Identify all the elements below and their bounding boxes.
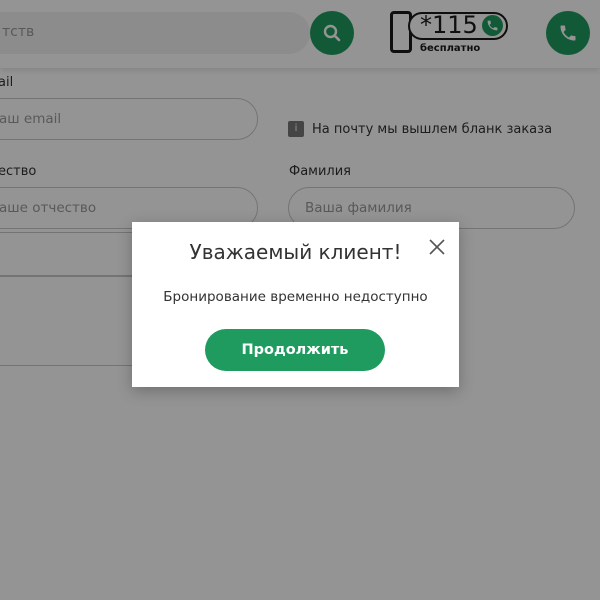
continue-button[interactable]: Продолжить	[205, 329, 385, 371]
modal-message: Бронирование временно недоступно	[163, 289, 428, 305]
close-icon[interactable]	[426, 236, 448, 258]
modal-dialog: Уважаемый клиент! Бронирование временно …	[132, 222, 459, 387]
modal-title: Уважаемый клиент!	[189, 240, 402, 264]
